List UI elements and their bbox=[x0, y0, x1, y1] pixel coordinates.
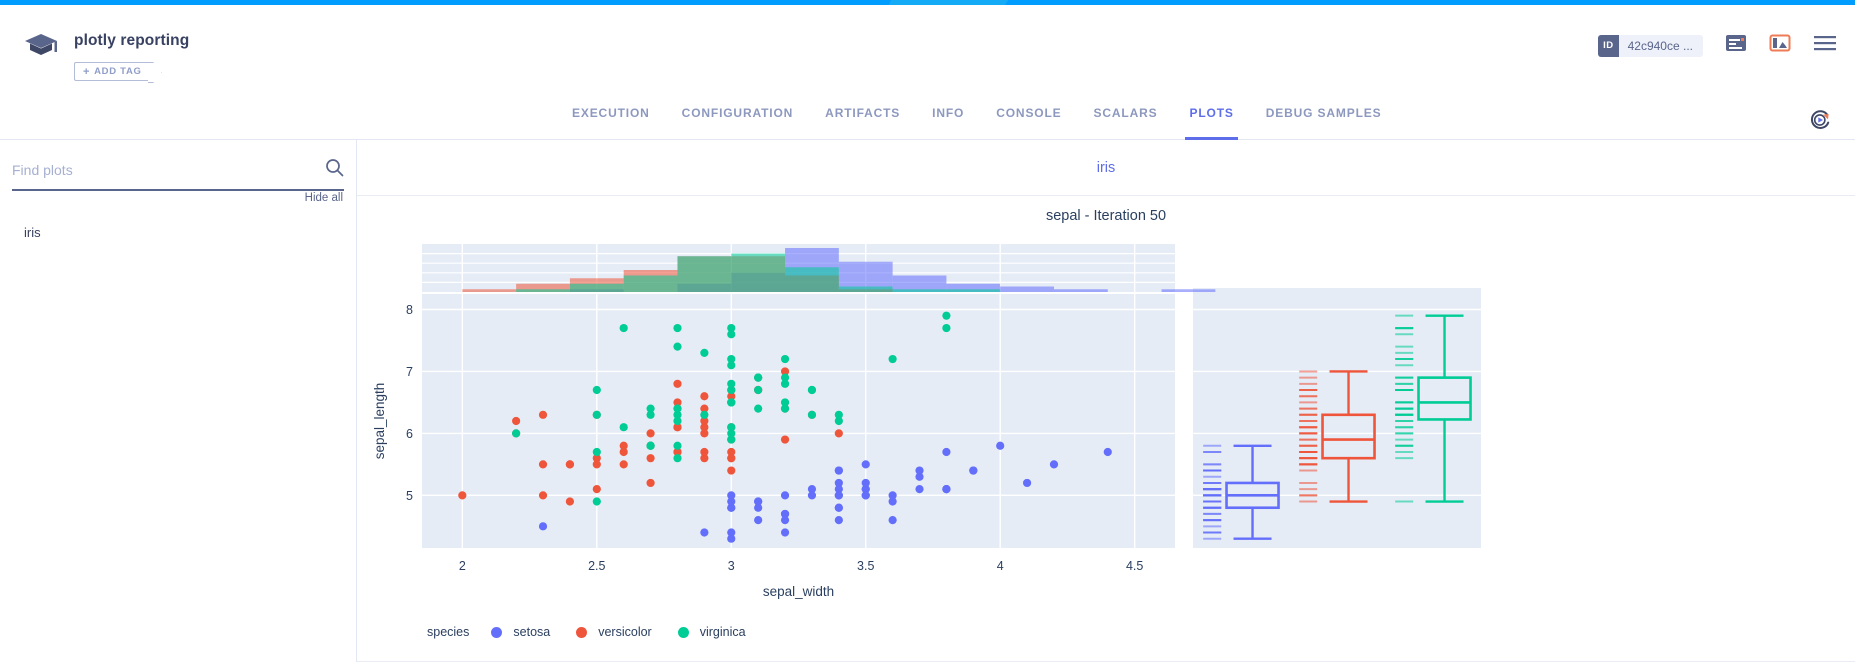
svg-text:4.5: 4.5 bbox=[1126, 559, 1143, 573]
legend-title: species bbox=[427, 625, 469, 639]
svg-text:sepal_length: sepal_length bbox=[372, 383, 387, 460]
add-tag-button[interactable]: + ADD TAG bbox=[74, 62, 152, 81]
tab-scalars[interactable]: SCALARS bbox=[1078, 99, 1174, 140]
id-value: 42c940ce ... bbox=[1619, 39, 1693, 53]
graduation-cap-icon bbox=[22, 27, 60, 65]
tab-artifacts[interactable]: ARTIFACTS bbox=[809, 99, 916, 140]
legend-label: virginica bbox=[700, 625, 746, 639]
search-input[interactable] bbox=[12, 162, 325, 178]
svg-text:5: 5 bbox=[406, 489, 413, 503]
tab-plots[interactable]: PLOTS bbox=[1173, 99, 1249, 140]
plot-list-item[interactable]: iris bbox=[0, 219, 357, 246]
svg-text:sepal_width: sepal_width bbox=[763, 584, 834, 599]
legend-color-dot bbox=[678, 627, 689, 638]
panel-title: iris bbox=[357, 140, 1855, 196]
legend-entries: setosa versicolor virginica bbox=[491, 625, 771, 639]
legend-item-virginica[interactable]: virginica bbox=[678, 625, 746, 639]
plots-main-panel: iris sepal - Iteration 50 22.533.544.556… bbox=[357, 140, 1855, 662]
app-header: plotly reporting + ADD TAG ID 42c940ce .… bbox=[0, 5, 1855, 99]
add-tag-label: ADD TAG bbox=[94, 66, 141, 77]
plot-legend: species setosa versicolor virginica bbox=[427, 625, 772, 639]
log-view-icon[interactable] bbox=[1725, 33, 1747, 58]
hamburger-menu-icon[interactable] bbox=[1813, 34, 1837, 57]
tab-debug-samples[interactable]: DEBUG SAMPLES bbox=[1250, 99, 1398, 140]
tab-configuration[interactable]: CONFIGURATION bbox=[666, 99, 810, 140]
tab-execution[interactable]: EXECUTION bbox=[556, 99, 666, 140]
id-label: ID bbox=[1598, 35, 1619, 57]
legend-item-setosa[interactable]: setosa bbox=[491, 625, 550, 639]
iris-scatter-plot[interactable]: 2 2.5 3 3.5 4 4.5 5 6 7 8 sepal_width sepal_length bbox=[357, 196, 1855, 662]
tab-console[interactable]: CONSOLE bbox=[980, 99, 1077, 140]
tab-bar: EXECUTIONCONFIGURATIONARTIFACTSINFOCONSO… bbox=[0, 99, 1855, 140]
legend-label: setosa bbox=[513, 625, 550, 639]
svg-text:2.5: 2.5 bbox=[588, 559, 605, 573]
svg-text:3: 3 bbox=[728, 559, 735, 573]
tab-list: EXECUTIONCONFIGURATIONARTIFACTSINFOCONSO… bbox=[0, 99, 1855, 140]
legend-label: versicolor bbox=[598, 625, 652, 639]
svg-text:7: 7 bbox=[406, 365, 413, 379]
legend-color-dot bbox=[576, 627, 587, 638]
svg-text:2: 2 bbox=[459, 559, 466, 573]
plot-list: iris bbox=[0, 219, 357, 246]
page-title: plotly reporting bbox=[74, 32, 189, 50]
plus-icon: + bbox=[83, 66, 90, 78]
plots-sidebar: Hide all iris bbox=[0, 140, 357, 662]
search-row bbox=[12, 158, 344, 191]
auto-refresh-icon[interactable] bbox=[1807, 107, 1833, 138]
plot-card: sepal - Iteration 50 22.533.544.55678sep… bbox=[357, 196, 1855, 662]
panel-layout-icon[interactable] bbox=[1769, 33, 1791, 58]
svg-text:4: 4 bbox=[997, 559, 1004, 573]
task-id-badge[interactable]: ID 42c940ce ... bbox=[1598, 35, 1703, 57]
legend-color-dot bbox=[491, 627, 502, 638]
legend-item-versicolor[interactable]: versicolor bbox=[576, 625, 652, 639]
project-identity: plotly reporting + ADD TAG bbox=[22, 27, 189, 81]
tab-info[interactable]: INFO bbox=[916, 99, 980, 140]
svg-text:3.5: 3.5 bbox=[857, 559, 874, 573]
svg-text:6: 6 bbox=[406, 427, 413, 441]
search-icon[interactable] bbox=[325, 158, 344, 182]
header-actions: ID 42c940ce ... bbox=[1598, 33, 1837, 58]
svg-text:8: 8 bbox=[406, 303, 413, 317]
hide-all-link[interactable]: Hide all bbox=[305, 192, 343, 204]
